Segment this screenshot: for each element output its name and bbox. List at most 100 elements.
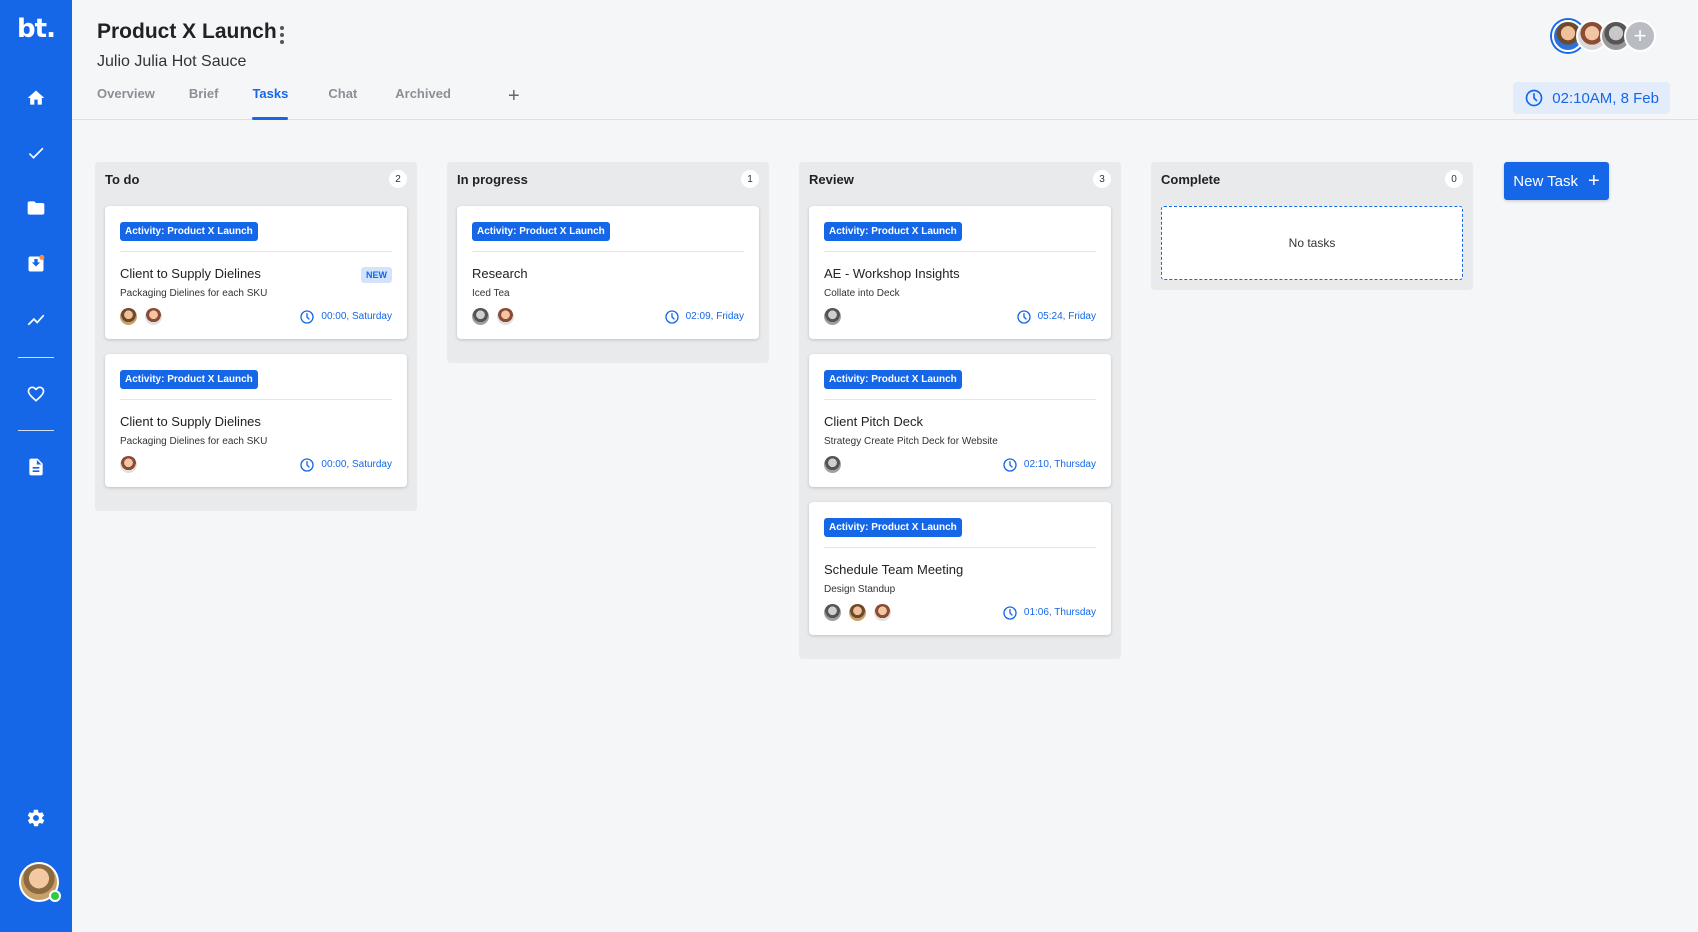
column-title: Complete <box>1161 171 1221 187</box>
avatar[interactable] <box>497 308 514 325</box>
sidebar: bt. <box>0 0 72 932</box>
task-subtitle: Packaging Dielines for each SKU <box>120 288 268 299</box>
folder-icon[interactable] <box>24 196 48 220</box>
datetime-display[interactable]: 02:10AM, 8 Feb <box>1513 82 1670 114</box>
column-count: 2 <box>389 170 407 188</box>
user-avatar[interactable] <box>19 862 61 902</box>
column-count: 3 <box>1093 170 1111 188</box>
activity-tag[interactable]: Activity: Product X Launch <box>120 222 258 241</box>
new-badge: NEW <box>361 267 392 283</box>
gear-icon[interactable] <box>24 806 48 830</box>
activity-tag[interactable]: Activity: Product X Launch <box>824 518 962 537</box>
card-divider <box>120 399 392 400</box>
card-divider <box>472 251 744 252</box>
heart-icon[interactable] <box>24 382 48 406</box>
task-title: Client Pitch Deck <box>824 414 923 429</box>
tab-archived[interactable]: Archived <box>395 86 451 120</box>
tab-overview[interactable]: Overview <box>97 86 155 120</box>
avatar[interactable] <box>824 604 841 621</box>
avatar[interactable] <box>849 604 866 621</box>
assignees <box>824 308 841 325</box>
avatar[interactable] <box>120 456 137 473</box>
clock-icon <box>1003 457 1017 472</box>
trend-icon[interactable] <box>24 308 48 332</box>
sidebar-divider <box>18 357 54 358</box>
clock-icon <box>300 309 315 324</box>
plus-icon: + <box>1588 170 1600 192</box>
task-subtitle: Collate into Deck <box>824 288 900 299</box>
avatar[interactable] <box>824 308 841 325</box>
new-task-button[interactable]: New Task + <box>1504 162 1609 200</box>
column-count: 0 <box>1445 170 1463 188</box>
task-title: Client to Supply Dielines <box>120 266 261 281</box>
board-column-complete: Complete 0 No tasks <box>1151 162 1473 290</box>
task-title: Schedule Team Meeting <box>824 562 964 577</box>
assignees <box>472 308 514 325</box>
clock-icon <box>1003 605 1017 620</box>
due-date: 02:09, Friday <box>664 309 744 325</box>
due-date: 01:06, Thursday <box>1002 605 1096 621</box>
due-date: 05:24, Friday <box>1016 309 1096 325</box>
add-member-button[interactable]: + <box>1624 20 1656 52</box>
task-subtitle: Iced Tea <box>472 288 510 299</box>
tab-brief[interactable]: Brief <box>189 86 219 120</box>
avatar[interactable] <box>824 456 841 473</box>
document-icon[interactable] <box>24 455 48 479</box>
task-card[interactable]: Activity: Product X Launch Research Iced… <box>457 206 759 339</box>
task-subtitle: Packaging Dielines for each SKU <box>120 436 268 447</box>
due-text: 02:10, Thursday <box>1023 459 1096 470</box>
tab-tasks[interactable]: Tasks <box>252 86 288 120</box>
tab-chat[interactable]: Chat <box>328 86 357 120</box>
due-date: 00:00, Saturday <box>299 457 392 473</box>
page-header: Product X Launch Julio Julia Hot Sauce O… <box>72 0 1698 120</box>
assignees <box>120 456 137 473</box>
card-divider <box>824 547 1096 548</box>
app-logo[interactable]: bt. <box>0 14 72 44</box>
clock-icon <box>1525 89 1543 107</box>
clock-icon <box>664 309 679 324</box>
empty-column-placeholder: No tasks <box>1161 206 1463 280</box>
clock-icon <box>1016 309 1031 324</box>
task-title: Client to Supply Dielines <box>120 414 261 429</box>
column-count: 1 <box>741 170 759 188</box>
avatar[interactable] <box>472 308 489 325</box>
sidebar-divider <box>18 430 54 431</box>
add-tab-button[interactable]: + <box>508 86 520 106</box>
card-divider <box>120 251 392 252</box>
activity-tag[interactable]: Activity: Product X Launch <box>824 222 962 241</box>
task-card[interactable]: Activity: Product X Launch Client to Sup… <box>105 206 407 339</box>
task-subtitle: Strategy Create Pitch Deck for Website <box>824 436 998 447</box>
avatar[interactable] <box>874 604 891 621</box>
task-title: AE - Workshop Insights <box>824 266 960 281</box>
check-icon[interactable] <box>24 141 48 165</box>
board-column-todo: To do 2 Activity: Product X Launch Clien… <box>95 162 417 511</box>
inbox-download-icon[interactable] <box>24 252 48 276</box>
card-divider <box>824 251 1096 252</box>
task-card[interactable]: Activity: Product X Launch Client Pitch … <box>809 354 1111 487</box>
board-column-review: Review 3 Activity: Product X Launch AE -… <box>799 162 1121 659</box>
task-card[interactable]: Activity: Product X Launch Client to Sup… <box>105 354 407 487</box>
activity-tag[interactable]: Activity: Product X Launch <box>472 222 610 241</box>
activity-tag[interactable]: Activity: Product X Launch <box>824 370 962 389</box>
card-divider <box>824 399 1096 400</box>
task-title: Research <box>472 266 528 281</box>
more-options-icon[interactable] <box>274 24 290 46</box>
due-text: 01:06, Thursday <box>1023 607 1096 618</box>
online-status-dot <box>49 890 61 902</box>
client-name: Julio Julia Hot Sauce <box>97 53 247 70</box>
task-card[interactable]: Activity: Product X Launch Schedule Team… <box>809 502 1111 635</box>
assignees <box>824 604 891 621</box>
column-title: To do <box>105 171 140 187</box>
column-title: In progress <box>457 171 528 187</box>
datetime-text: 02:10AM, 8 Feb <box>1552 89 1659 107</box>
board-column-in-progress: In progress 1 Activity: Product X Launch… <box>447 162 769 363</box>
assignees <box>824 456 841 473</box>
task-subtitle: Design Standup <box>824 584 896 595</box>
avatar[interactable] <box>120 308 137 325</box>
activity-tag[interactable]: Activity: Product X Launch <box>120 370 258 389</box>
due-text: 00:00, Saturday <box>321 311 392 322</box>
task-card[interactable]: Activity: Product X Launch AE - Workshop… <box>809 206 1111 339</box>
home-icon[interactable] <box>24 86 48 110</box>
clock-icon <box>300 457 315 472</box>
avatar[interactable] <box>145 308 162 325</box>
